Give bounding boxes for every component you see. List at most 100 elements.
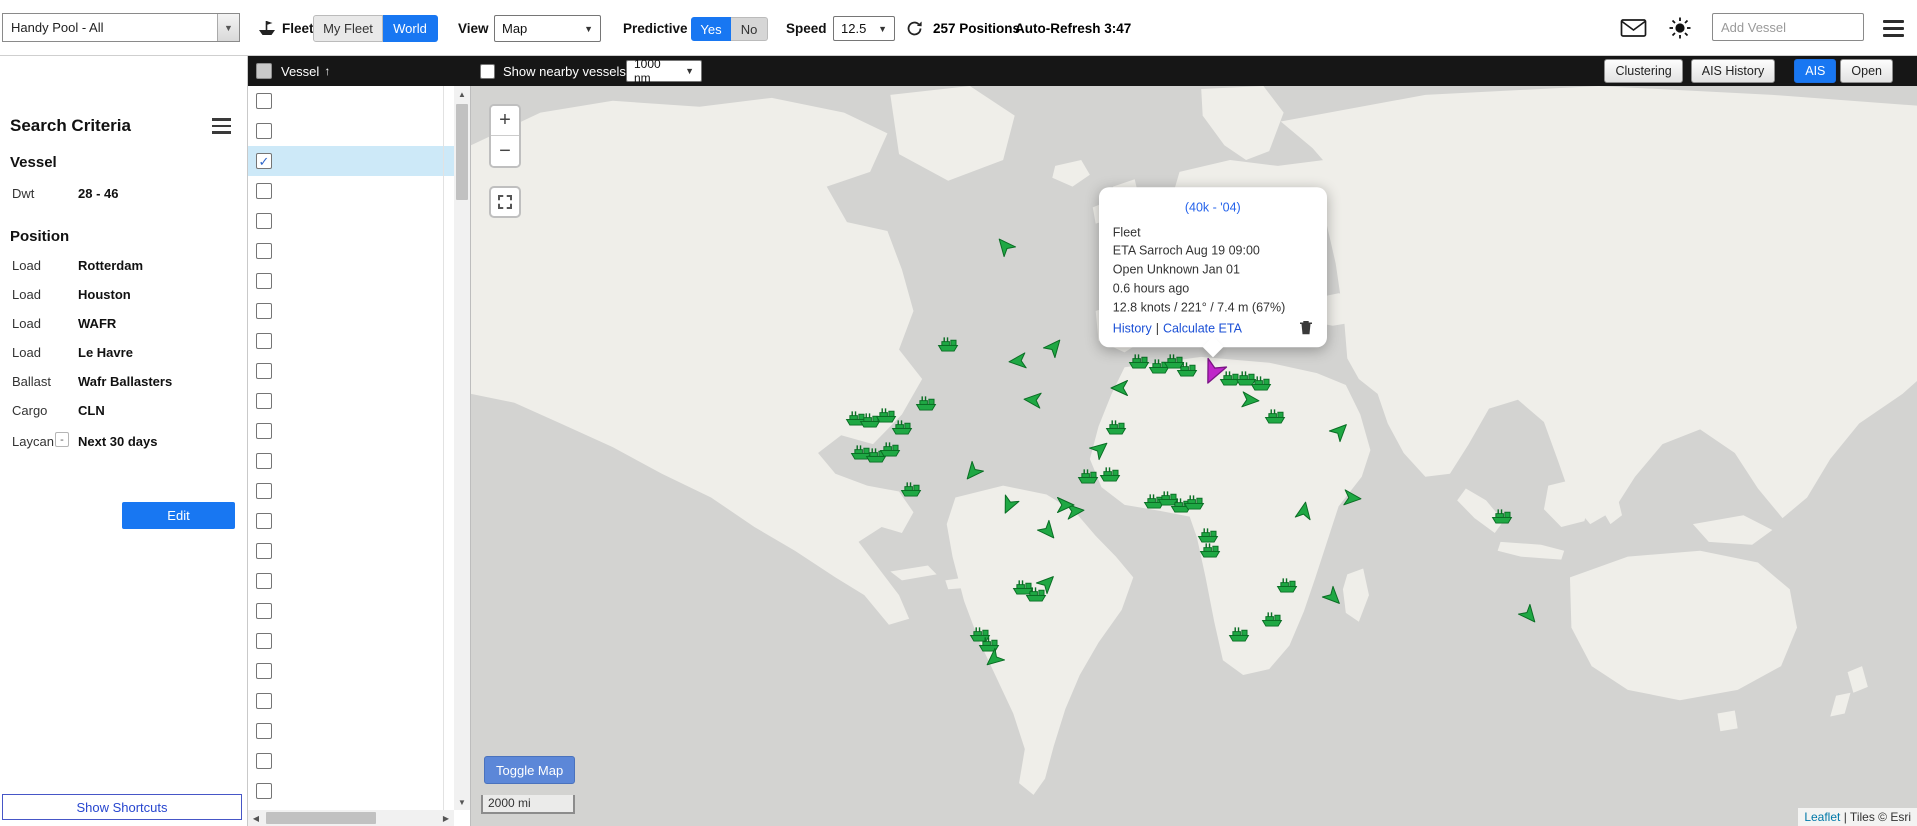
- vessel-row-checkbox[interactable]: [256, 123, 272, 139]
- vessel-ship-marker[interactable]: [1100, 465, 1121, 482]
- vessel-course-marker[interactable]: [1330, 421, 1350, 441]
- vessel-row-checkbox[interactable]: [256, 273, 272, 289]
- vessel-course-marker[interactable]: [1294, 501, 1314, 521]
- vessel-ship-marker[interactable]: [1199, 541, 1220, 558]
- main-menu-icon[interactable]: [1883, 0, 1904, 56]
- vessel-row-checkbox[interactable]: [256, 363, 272, 379]
- vessel-ship-marker[interactable]: [900, 480, 921, 497]
- vessel-row[interactable]: [248, 656, 454, 686]
- horizontal-scrollbar[interactable]: ◀ ▶: [248, 810, 454, 826]
- vessel-course-marker[interactable]: [1038, 521, 1058, 541]
- add-vessel-input[interactable]: [1712, 13, 1864, 41]
- scroll-up-icon[interactable]: ▲: [454, 86, 470, 102]
- vessel-course-marker[interactable]: [1023, 390, 1043, 410]
- ais-history-button[interactable]: AIS History: [1691, 59, 1776, 83]
- vessel-course-marker[interactable]: [995, 236, 1015, 256]
- vessel-course-marker[interactable]: [963, 462, 983, 482]
- vessel-row[interactable]: [248, 86, 454, 116]
- speed-select[interactable]: 12.5 ▼: [833, 16, 895, 41]
- vessel-row[interactable]: [248, 116, 454, 146]
- vessel-row[interactable]: [248, 146, 454, 176]
- vessel-row-checkbox[interactable]: [256, 303, 272, 319]
- vessel-row[interactable]: [248, 446, 454, 476]
- history-link[interactable]: History: [1113, 321, 1152, 335]
- vessel-row-checkbox[interactable]: [256, 573, 272, 589]
- vertical-scroll-thumb[interactable]: [456, 104, 468, 200]
- vessel-ship-marker[interactable]: [1228, 625, 1249, 642]
- vessel-row[interactable]: [248, 476, 454, 506]
- edit-button[interactable]: Edit: [122, 502, 235, 529]
- vessel-course-marker[interactable]: [1090, 439, 1110, 459]
- vessel-course-marker[interactable]: [1240, 390, 1260, 410]
- horizontal-scroll-thumb[interactable]: [266, 812, 376, 824]
- vessel-column-header[interactable]: Vessel ↑: [281, 56, 330, 86]
- vessel-row-checkbox[interactable]: [256, 753, 272, 769]
- vessel-course-marker[interactable]: [1037, 573, 1057, 593]
- show-shortcuts-link[interactable]: Show Shortcuts: [2, 794, 242, 820]
- vessel-ship-marker[interactable]: [938, 336, 959, 353]
- nearby-radius-select[interactable]: 1000 nm ▼: [626, 60, 702, 82]
- vessel-row[interactable]: [248, 206, 454, 236]
- vessel-course-marker[interactable]: [1044, 337, 1064, 357]
- vessel-ship-marker[interactable]: [916, 394, 937, 411]
- vessel-ship-marker[interactable]: [1276, 576, 1297, 593]
- vessel-row[interactable]: [248, 716, 454, 746]
- predictive-no-button[interactable]: No: [731, 17, 768, 41]
- vessel-row[interactable]: [248, 356, 454, 386]
- view-select[interactable]: Map ▼: [494, 15, 601, 42]
- vessel-ship-marker[interactable]: [1105, 419, 1126, 436]
- vessel-ship-marker[interactable]: [1176, 360, 1197, 377]
- vessel-ship-marker[interactable]: [1491, 507, 1512, 524]
- vessel-row[interactable]: [248, 266, 454, 296]
- vessel-course-marker[interactable]: [1055, 495, 1075, 515]
- ais-button[interactable]: AIS: [1794, 59, 1836, 83]
- vessel-ship-marker[interactable]: [1250, 374, 1271, 391]
- refresh-icon[interactable]: [905, 0, 924, 56]
- vessel-row[interactable]: [248, 536, 454, 566]
- vessel-row[interactable]: [248, 296, 454, 326]
- theme-sun-icon[interactable]: [1668, 0, 1692, 56]
- vessel-course-marker[interactable]: [1110, 378, 1130, 398]
- scroll-down-icon[interactable]: ▼: [454, 794, 470, 810]
- vessel-row-checkbox[interactable]: [256, 483, 272, 499]
- vessel-row[interactable]: [248, 506, 454, 536]
- vessel-course-marker[interactable]: [1519, 605, 1539, 625]
- vessel-row-checkbox[interactable]: [256, 153, 272, 169]
- trash-icon[interactable]: [1299, 321, 1313, 336]
- vessel-row[interactable]: [248, 236, 454, 266]
- vessel-row-checkbox[interactable]: [256, 453, 272, 469]
- vessel-row[interactable]: [248, 386, 454, 416]
- vessel-course-marker[interactable]: [984, 649, 1004, 669]
- map[interactable]: + − (40k - '04) Fleet ETA Sarroch Aug 19…: [471, 86, 1917, 826]
- select-all-checkbox[interactable]: [256, 63, 272, 79]
- vessel-row-checkbox[interactable]: [256, 183, 272, 199]
- vessel-row-checkbox[interactable]: [256, 543, 272, 559]
- pool-select[interactable]: Handy Pool - All ▼: [2, 13, 240, 42]
- vessel-row-checkbox[interactable]: [256, 393, 272, 409]
- vessel-course-marker[interactable]: [1323, 587, 1343, 607]
- show-nearby-checkbox[interactable]: [480, 64, 495, 79]
- vessel-course-marker[interactable]: [1008, 351, 1028, 371]
- laycan-collapse-toggle[interactable]: -: [55, 432, 69, 447]
- fullscreen-button[interactable]: [489, 186, 521, 218]
- zoom-out-button[interactable]: −: [491, 136, 519, 166]
- vessel-row[interactable]: [248, 326, 454, 356]
- clustering-button[interactable]: Clustering: [1604, 59, 1682, 83]
- vessel-ship-marker[interactable]: [891, 419, 912, 436]
- vessel-row-checkbox[interactable]: [256, 663, 272, 679]
- vessel-ship-marker[interactable]: [1262, 610, 1283, 627]
- world-button[interactable]: World: [383, 15, 438, 42]
- mail-icon[interactable]: [1620, 0, 1647, 56]
- predictive-yes-button[interactable]: Yes: [691, 17, 731, 41]
- vessel-row-checkbox[interactable]: [256, 333, 272, 349]
- vessel-row-checkbox[interactable]: [256, 633, 272, 649]
- open-button[interactable]: Open: [1840, 59, 1893, 83]
- vessel-row-checkbox[interactable]: [256, 693, 272, 709]
- vessel-row[interactable]: [248, 746, 454, 776]
- vessel-ship-marker[interactable]: [880, 441, 901, 458]
- vessel-row-checkbox[interactable]: [256, 513, 272, 529]
- vessel-course-marker[interactable]: [1342, 488, 1362, 508]
- vessel-row-checkbox[interactable]: [256, 243, 272, 259]
- scroll-right-icon[interactable]: ▶: [438, 810, 454, 826]
- vessel-row[interactable]: [248, 626, 454, 656]
